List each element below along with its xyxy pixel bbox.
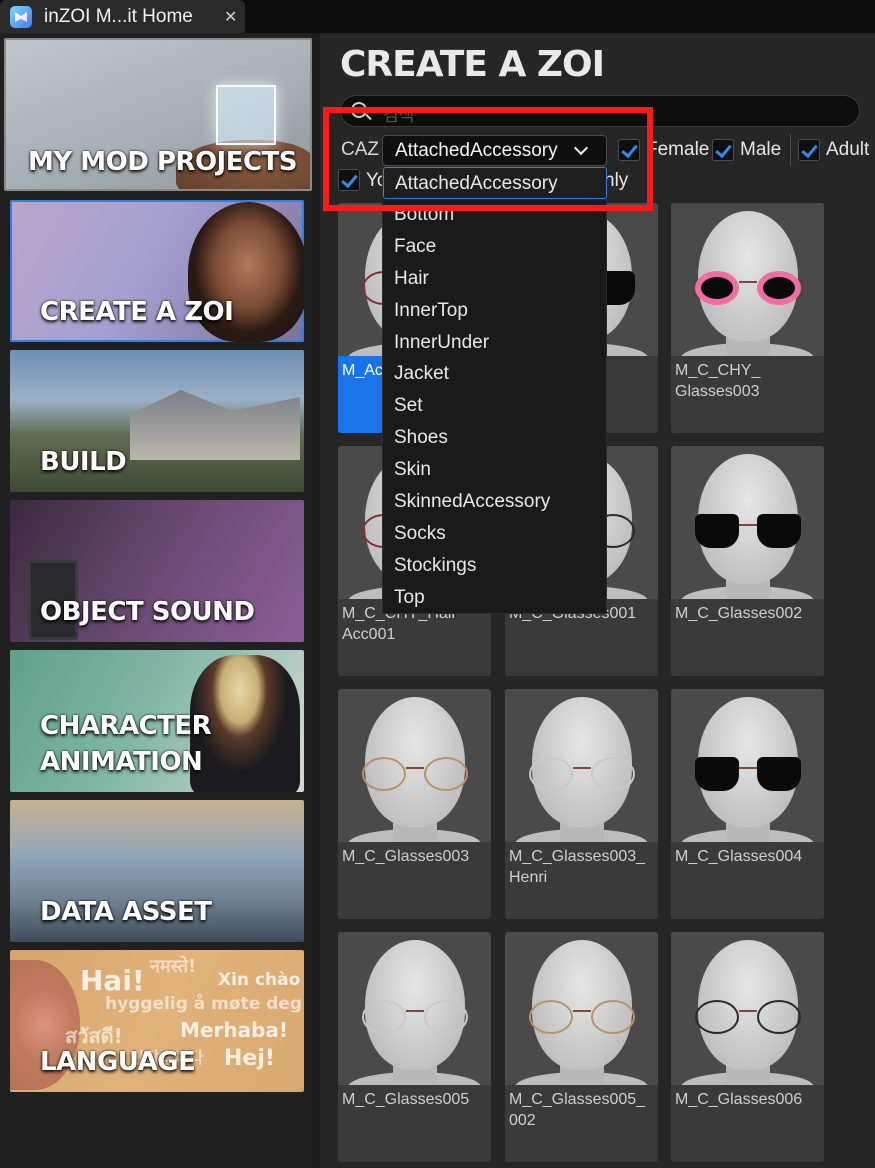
dropdown-option[interactable]: Socks <box>383 518 606 550</box>
item-label: M_C_CHY_ Glasses003 <box>675 362 761 400</box>
item-label: M_C_Glasses003_ Henri <box>509 848 646 886</box>
dropdown-option[interactable]: Skin <box>383 454 606 486</box>
item-tile[interactable]: M_C_Glasses005 <box>338 932 491 1162</box>
tab-title: inZOI M...it Home <box>44 6 193 27</box>
tab-home[interactable]: inZOI M...it Home ✕ <box>0 0 245 33</box>
item-thumbnail <box>505 689 658 842</box>
dropdown-option[interactable]: Face <box>383 231 606 263</box>
item-tile[interactable]: M_C_Glasses003_ Henri <box>505 689 658 919</box>
glasses-icon <box>693 1000 803 1036</box>
male-label: Male <box>740 139 782 160</box>
card-label: BUILD <box>40 447 127 477</box>
item-label: M_C_Glasses002 <box>675 605 803 622</box>
item-thumbnail <box>671 932 824 1085</box>
item-thumbnail <box>338 689 491 842</box>
dropdown-option[interactable]: SkinnedAccessory <box>383 486 606 518</box>
glasses-icon <box>360 1000 470 1036</box>
lang-word: नमस्ते! <box>150 956 197 977</box>
item-thumbnail <box>671 446 824 599</box>
card-data-asset[interactable]: DATA ASSET <box>10 800 304 942</box>
item-label: M_C_Glasses005 <box>342 1091 470 1108</box>
tab-bar: inZOI M...it Home ✕ <box>0 0 875 33</box>
dropdown-option[interactable]: Top <box>383 582 606 614</box>
cube-icon <box>216 85 276 145</box>
item-thumbnail <box>505 932 658 1085</box>
item-tile[interactable]: M_C_Glasses006 <box>671 932 824 1162</box>
page-title: CREATE A ZOI <box>340 44 605 85</box>
item-label: M_C_Glasses005_ 002 <box>509 1091 646 1129</box>
item-tile[interactable]: M_C_Glasses003 <box>338 689 491 919</box>
house-image <box>130 390 300 460</box>
item-thumbnail <box>338 932 491 1085</box>
dropdown-option[interactable]: Jacket <box>383 358 606 390</box>
dropdown-list: AttachedAccessory Bottom Face Hair InnerTop I… <box>382 166 607 614</box>
card-label: CHARACTER ANIMATION <box>40 711 212 777</box>
lang-word: Hai! <box>80 964 145 997</box>
card-character-animation[interactable]: CHARACTER ANIMATION <box>10 650 304 792</box>
glasses-icon <box>527 757 637 793</box>
lang-word: hyggelig å møte deg <box>105 994 303 1014</box>
card-label: DATA ASSET <box>40 897 212 927</box>
glasses-icon <box>693 757 803 793</box>
divider <box>790 134 791 166</box>
adult-label: Adult <box>826 139 870 160</box>
glasses-icon <box>693 271 803 307</box>
glasses-icon <box>360 757 470 793</box>
adult-checkbox[interactable] <box>798 139 820 161</box>
dropdown-option[interactable]: InnerTop <box>383 295 606 327</box>
close-icon[interactable]: ✕ <box>224 7 237 27</box>
dropdown-option[interactable]: Stockings <box>383 550 606 582</box>
lang-word: Hej! <box>224 1046 275 1071</box>
card-label: MY MOD PROJECTS <box>28 147 298 177</box>
card-label: CREATE A ZOI <box>40 297 234 327</box>
app-logo-icon <box>10 6 32 28</box>
item-thumbnail <box>671 689 824 842</box>
lang-word: Merhaba! <box>180 1018 288 1042</box>
lang-word: Xin chào <box>218 970 301 990</box>
glasses-icon <box>527 1000 637 1036</box>
dropdown-option[interactable]: InnerUnder <box>383 327 606 359</box>
item-label: M_C_Glasses003 <box>342 848 470 865</box>
item-label: M_C_Glasses004 <box>675 848 803 865</box>
card-language[interactable]: Hai! नमस्ते! Xin chào hyggelig å møte de… <box>10 950 304 1092</box>
sidebar-divider <box>312 33 320 1168</box>
glasses-icon <box>693 514 803 550</box>
card-create-a-zoi[interactable]: CREATE A ZOI <box>10 200 304 342</box>
item-label: M_C_Glasses006 <box>675 1091 803 1108</box>
card-label: OBJECT SOUND <box>40 597 255 627</box>
sidebar: MY MOD PROJECTS CREATE A ZOI BUILD OBJEC… <box>0 33 312 1168</box>
item-tile[interactable]: M_C_Glasses004 <box>671 689 824 919</box>
card-my-mod-projects[interactable]: MY MOD PROJECTS <box>4 38 312 191</box>
item-thumbnail <box>671 203 824 356</box>
item-tile[interactable]: M_C_Glasses005_ 002 <box>505 932 658 1162</box>
highlight-box <box>323 107 653 211</box>
item-tile[interactable]: M_C_Glasses002 <box>671 446 824 676</box>
dropdown-option[interactable]: Hair <box>383 263 606 295</box>
item-tile[interactable]: M_C_CHY_ Glasses003 <box>671 203 824 433</box>
card-label: LANGUAGE <box>40 1047 196 1077</box>
card-object-sound[interactable]: OBJECT SOUND <box>10 500 304 642</box>
card-build[interactable]: BUILD <box>10 350 304 492</box>
male-checkbox[interactable] <box>712 139 734 161</box>
dropdown-option[interactable]: Set <box>383 390 606 422</box>
female-label: Female <box>646 139 710 160</box>
dropdown-option[interactable]: Shoes <box>383 422 606 454</box>
